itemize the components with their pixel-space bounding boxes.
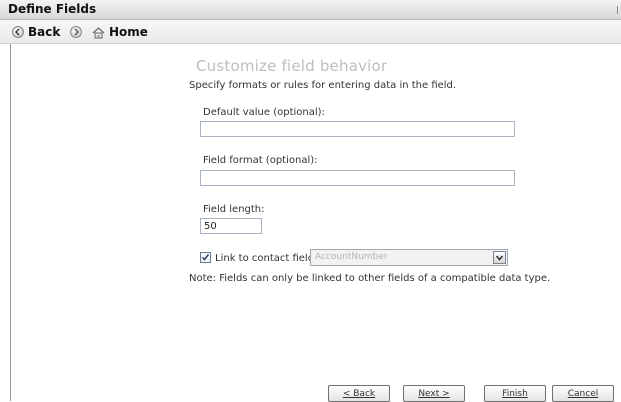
page-heading: Customize field behavior — [196, 57, 388, 75]
back-button[interactable]: < Back — [328, 385, 390, 402]
default-value-label: Default value (optional): — [203, 107, 325, 118]
home-nav-label: Home — [109, 25, 148, 39]
finish-button[interactable]: Finish — [484, 385, 546, 402]
page-subtitle: Specify formats or rules for entering da… — [189, 80, 457, 91]
back-arrow-icon — [12, 26, 24, 38]
link-note: Note: Fields can only be linked to other… — [189, 273, 551, 284]
back-nav-button[interactable]: Back — [12, 24, 60, 40]
back-nav-label: Back — [28, 25, 61, 39]
forward-nav-button[interactable] — [70, 24, 82, 40]
field-format-label: Field format (optional): — [203, 155, 318, 166]
forward-arrow-icon — [70, 26, 82, 38]
link-contact-checkbox[interactable] — [200, 252, 211, 263]
contact-field-dropdown[interactable]: AccountNumber — [310, 249, 508, 266]
window-edge-decoration — [617, 6, 621, 14]
title-bar: Define Fields — [0, 0, 621, 20]
window-title: Define Fields — [8, 2, 97, 16]
link-contact-label: Link to contact field: — [215, 253, 318, 264]
default-value-input[interactable] — [200, 121, 515, 137]
contact-field-selected: AccountNumber — [315, 252, 388, 262]
navigation-bar: Back Home — [0, 20, 621, 44]
next-button[interactable]: Next > — [403, 385, 465, 402]
finish-button-label: Finish — [502, 388, 528, 399]
home-nav-button[interactable]: Home — [92, 24, 148, 40]
checkmark-icon — [201, 254, 210, 261]
home-icon — [92, 26, 105, 39]
next-button-label: Next > — [418, 388, 450, 399]
back-button-label: < Back — [342, 388, 376, 399]
field-length-input[interactable] — [200, 218, 262, 234]
field-length-label: Field length: — [203, 204, 265, 215]
dropdown-arrow-icon[interactable] — [493, 251, 506, 264]
cancel-button[interactable]: Cancel — [552, 385, 614, 402]
left-pane — [0, 44, 11, 401]
cancel-button-label: Cancel — [567, 388, 599, 399]
field-format-input[interactable] — [200, 170, 515, 186]
